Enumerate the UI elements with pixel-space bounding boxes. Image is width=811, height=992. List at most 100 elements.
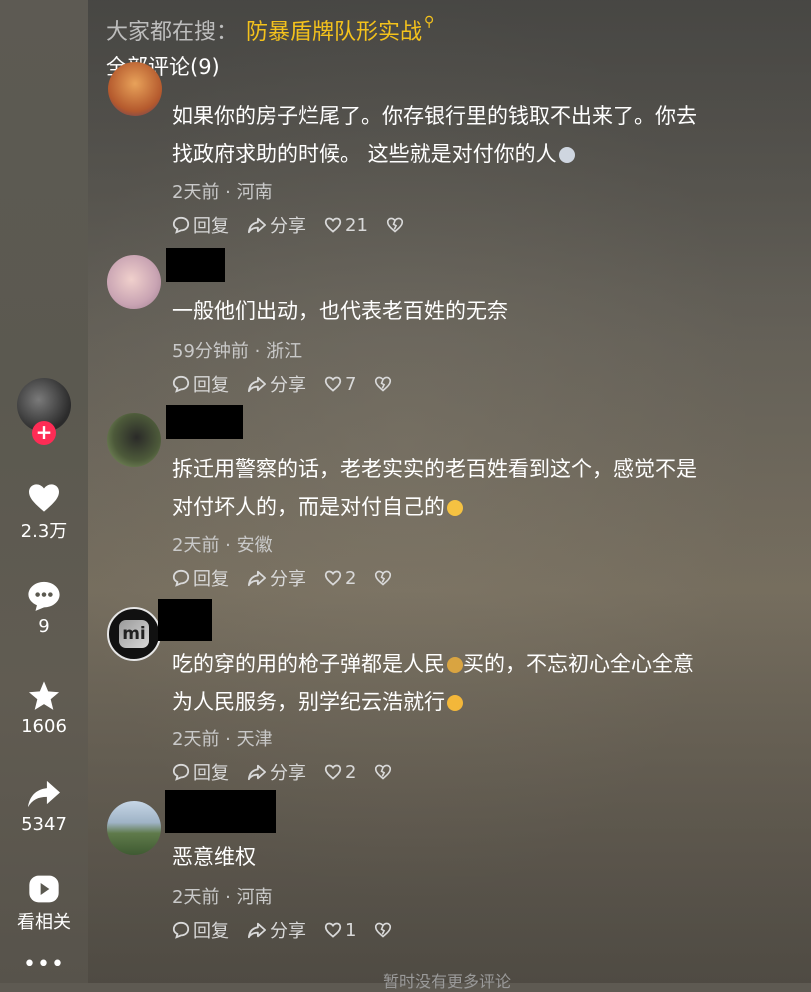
reply-button[interactable]: 回复 — [172, 212, 229, 238]
username-redacted — [166, 248, 225, 282]
heart-outline-icon — [324, 922, 342, 938]
comment-actions: 回复 分享 1 — [172, 917, 413, 943]
share-comment-button[interactable]: 分享 — [247, 917, 306, 943]
play-icon — [29, 875, 59, 903]
reply-label: 回复 — [193, 375, 229, 396]
comment-time: 59分钟前 — [172, 341, 249, 362]
author-avatar-block[interactable]: + — [0, 378, 88, 445]
comment-text: 吃的穿的用的枪子弹都是人民 买的，不忘初心全心全意 为人民服务，别学纪云浩就行 — [172, 645, 802, 721]
avatar[interactable] — [107, 413, 161, 467]
comment-text-segment: 为人民服务，别学纪云浩就行 — [172, 690, 445, 714]
no-more-comments-hint: 暂时没有更多评论 — [383, 972, 512, 991]
comment-location: 河南 — [236, 182, 273, 203]
comment-like-button[interactable]: 2 — [324, 568, 356, 589]
reply-button[interactable]: 回复 — [172, 371, 229, 397]
comment-actions: 回复 分享 7 — [172, 371, 413, 397]
reply-button[interactable]: 回复 — [172, 917, 229, 943]
favorite-count: 1606 — [21, 716, 67, 737]
related-button[interactable]: 看相关 — [0, 874, 88, 934]
share-comment-button[interactable]: 分享 — [247, 371, 306, 397]
comment-text-segment: 对付坏人的，而是对付自己的 — [172, 495, 445, 519]
comment-like-button[interactable]: 21 — [324, 215, 368, 236]
comment-text-line: 对付坏人的，而是对付自己的 — [172, 488, 802, 526]
share-icon — [248, 570, 266, 587]
more-icon[interactable]: ••• — [0, 952, 88, 977]
comment-bubble-icon — [28, 581, 60, 611]
share-label: 分享 — [270, 763, 306, 784]
reply-button[interactable]: 回复 — [172, 759, 229, 785]
search-suggestion[interactable]: 大家都在搜： 防暴盾牌队形实战 ⚲ — [106, 14, 434, 46]
comment-text-segment: 买的，不忘初心全心全意 — [463, 652, 694, 676]
zipper-mouth-emoji-icon — [447, 695, 463, 711]
comment-text-line: 找政府求助的时候。 这些就是对付你的人 — [172, 135, 802, 173]
broken-heart-icon — [375, 570, 392, 586]
search-suggestion-prefix: 大家都在搜： — [106, 20, 239, 45]
cat-emoji-icon — [558, 147, 575, 163]
dislike-button[interactable] — [374, 570, 395, 586]
comment-text: 拆迁用警察的话，老老实实的老百姓看到这个，感觉不是 对付坏人的，而是对付自己的 — [172, 450, 802, 526]
comment-time: 2天前 — [172, 535, 220, 556]
comment-meta: 2天前 · 河南 — [172, 887, 273, 908]
comment-location: 浙江 — [266, 341, 303, 362]
reply-bubble-icon — [172, 569, 190, 587]
favorite-button[interactable]: 1606 — [0, 680, 88, 737]
like-count: 2.3万 — [20, 521, 68, 542]
dislike-button[interactable] — [374, 376, 395, 392]
comment-like-button[interactable]: 7 — [324, 374, 356, 395]
like-button[interactable]: 2.3万 — [0, 483, 88, 543]
dislike-button[interactable] — [374, 922, 395, 938]
username-redacted — [165, 790, 276, 833]
comment-text: 恶意维权 — [172, 838, 802, 876]
share-comment-button[interactable]: 分享 — [247, 759, 306, 785]
share-icon — [248, 764, 266, 781]
comment-actions: 回复 分享 21 — [172, 212, 425, 238]
reply-label: 回复 — [193, 763, 229, 784]
share-label: 分享 — [270, 375, 306, 396]
comment-text-line: 为人民服务，别学纪云浩就行 — [172, 683, 802, 721]
share-comment-button[interactable]: 分享 — [247, 212, 306, 238]
search-suggestion-keyword[interactable]: 防暴盾牌队形实战 — [246, 20, 422, 45]
related-label: 看相关 — [17, 912, 71, 933]
heart-outline-icon — [324, 376, 342, 392]
reply-button[interactable]: 回复 — [172, 565, 229, 591]
like-count: 1 — [345, 919, 357, 941]
heart-outline-icon — [324, 570, 342, 586]
share-count: 5347 — [21, 814, 67, 835]
comment-location: 天津 — [236, 729, 273, 750]
broken-heart-icon — [386, 217, 403, 233]
avatar[interactable] — [107, 255, 161, 309]
reply-bubble-icon — [172, 375, 190, 393]
reply-label: 回复 — [193, 569, 229, 590]
comment-location: 河南 — [236, 887, 273, 908]
share-label: 分享 — [270, 216, 306, 237]
share-button[interactable]: 5347 — [0, 778, 88, 835]
comment-text-line: 拆迁用警察的话，老老实实的老百姓看到这个，感觉不是 — [172, 457, 697, 481]
share-icon — [248, 376, 266, 393]
comment-text-segment: 吃的穿的用的枪子弹都是人民 — [172, 652, 445, 676]
avatar[interactable] — [107, 801, 161, 855]
share-label: 分享 — [270, 569, 306, 590]
comment-text-line: 如果你的房子烂尾了。你存银行里的钱取不出来了。你去 — [172, 104, 697, 128]
comment-location: 安徽 — [236, 535, 273, 556]
like-count: 2 — [345, 761, 357, 783]
dislike-button[interactable] — [374, 764, 395, 780]
comment-meta: 2天前 · 河南 — [172, 182, 273, 203]
avatar[interactable] — [108, 62, 162, 116]
comment-time: 2天前 — [172, 182, 220, 203]
avatar[interactable]: mi — [107, 607, 161, 661]
laughing-emoji-icon — [447, 500, 463, 516]
comment-count: 9 — [38, 616, 50, 637]
search-icon: ⚲ — [424, 14, 435, 30]
share-arrow-icon — [28, 780, 60, 808]
comment-like-button[interactable]: 1 — [324, 920, 356, 941]
broken-heart-icon — [375, 376, 392, 392]
dislike-button[interactable] — [386, 217, 407, 233]
share-comment-button[interactable]: 分享 — [247, 565, 306, 591]
comment-text-line: 吃的穿的用的枪子弹都是人民 买的，不忘初心全心全意 — [172, 645, 802, 683]
reply-bubble-icon — [172, 921, 190, 939]
mi-logo-icon: mi — [119, 620, 149, 648]
comment-text-line: 一般他们出动，也代表老百姓的无奈 — [172, 299, 508, 323]
follow-plus-icon[interactable]: + — [32, 421, 56, 445]
comment-button[interactable]: 9 — [0, 580, 88, 637]
comment-like-button[interactable]: 2 — [324, 762, 356, 783]
